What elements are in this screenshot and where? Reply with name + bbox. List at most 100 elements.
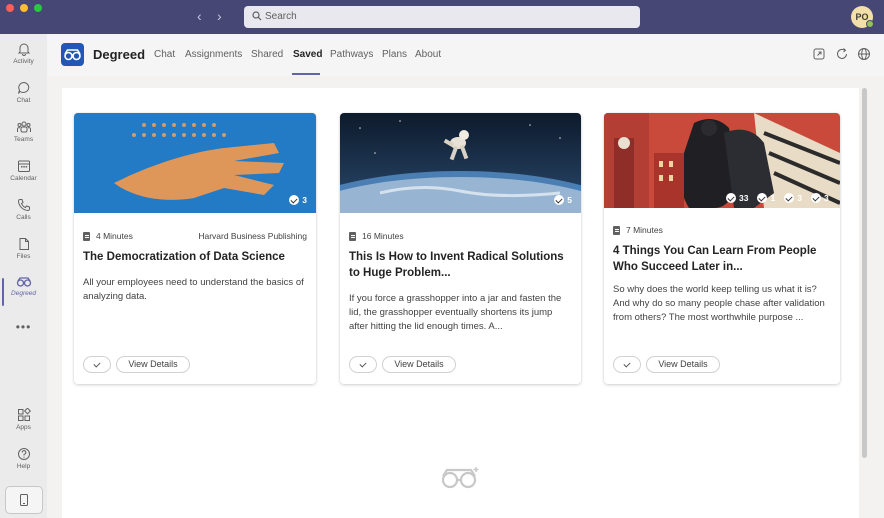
mark-complete-button[interactable] bbox=[83, 356, 111, 373]
card-provider: Harvard Business Publishing bbox=[198, 231, 307, 241]
content-card[interactable]: 33 1 3 3 7 Minutes 4 Things You Can Lear… bbox=[604, 113, 840, 384]
active-tab-indicator bbox=[292, 73, 320, 75]
calendar-icon bbox=[17, 160, 30, 172]
rail-item-apps[interactable]: Apps bbox=[0, 408, 47, 444]
degreed-glasses-icon bbox=[441, 467, 479, 489]
rail-label: Files bbox=[16, 253, 31, 260]
stat-value: 1 bbox=[770, 193, 776, 203]
minimize-window-button[interactable] bbox=[20, 4, 28, 12]
rail-item-help[interactable]: Help bbox=[0, 447, 47, 483]
article-icon bbox=[83, 231, 90, 241]
card-image bbox=[74, 113, 316, 213]
rail-label: Calls bbox=[16, 214, 31, 221]
mobile-phone-icon bbox=[20, 494, 28, 506]
card-image bbox=[340, 113, 581, 213]
content-card[interactable]: 5 16 Minutes This Is How to Invent Radic… bbox=[340, 113, 581, 384]
content-card[interactable]: 3 4 Minutes Harvard Business Publishing … bbox=[74, 113, 316, 384]
rail-label: Chat bbox=[16, 97, 31, 104]
card-title[interactable]: The Democratization of Data Science bbox=[83, 249, 307, 265]
bell-icon bbox=[17, 43, 30, 56]
tab-shared[interactable]: Shared bbox=[251, 49, 283, 60]
app-title: Degreed bbox=[93, 47, 146, 62]
search-bar[interactable]: Search bbox=[244, 6, 640, 28]
card-meta: 7 Minutes bbox=[613, 225, 663, 235]
back-arrow-icon[interactable]: ‹ bbox=[197, 9, 202, 23]
card-meta: 4 Minutes bbox=[83, 231, 133, 241]
completions-stat: 3 bbox=[289, 195, 307, 205]
apps-icon bbox=[17, 408, 31, 421]
file-icon bbox=[19, 238, 29, 250]
stat-value: 5 bbox=[567, 195, 572, 205]
degreed-glasses-icon bbox=[16, 277, 31, 287]
rail-label: Teams bbox=[13, 136, 34, 143]
mark-complete-button[interactable] bbox=[613, 356, 641, 373]
view-details-button[interactable]: View Details bbox=[116, 356, 190, 373]
check-icon bbox=[726, 193, 736, 203]
search-placeholder: Search bbox=[265, 11, 297, 22]
view-details-button[interactable]: View Details bbox=[382, 356, 456, 373]
mark-complete-button[interactable] bbox=[349, 356, 377, 373]
forward-arrow-icon[interactable]: › bbox=[217, 9, 222, 23]
view-details-button[interactable]: View Details bbox=[646, 356, 720, 373]
card-description: All your employees need to understand th… bbox=[83, 277, 304, 302]
rail-label: Degreed bbox=[11, 290, 36, 297]
presence-status-badge bbox=[866, 20, 874, 28]
card-duration: 16 Minutes bbox=[362, 231, 404, 241]
card-stats: 33 1 3 3 bbox=[726, 193, 829, 203]
help-icon bbox=[17, 448, 30, 460]
rail-label: Help bbox=[16, 463, 31, 470]
rail-label: Calendar bbox=[10, 175, 37, 182]
degreed-glasses-icon bbox=[64, 49, 81, 61]
maximize-window-button[interactable] bbox=[34, 4, 42, 12]
rail-label: Activity bbox=[13, 58, 34, 65]
scrollbar[interactable] bbox=[862, 88, 867, 458]
card-duration: 7 Minutes bbox=[626, 225, 663, 235]
check-icon bbox=[289, 195, 300, 205]
rail-item-activity[interactable]: Activity bbox=[0, 42, 47, 78]
rail-item-chat[interactable]: Chat bbox=[0, 81, 47, 117]
title-bar: ‹ › Search PO bbox=[0, 0, 884, 34]
card-description: If you force a grasshopper into a jar an… bbox=[349, 293, 562, 332]
rail-item-degreed[interactable]: Degreed bbox=[0, 276, 47, 312]
tab-assignments[interactable]: Assignments bbox=[185, 49, 242, 60]
stat-value: 33 bbox=[739, 193, 749, 203]
thumb-icon bbox=[810, 193, 821, 203]
article-icon bbox=[613, 225, 620, 235]
completions-stat: 5 bbox=[554, 195, 572, 205]
globe-icon[interactable] bbox=[857, 47, 871, 61]
app-header: Degreed Chat Assignments Shared Saved Pa… bbox=[47, 34, 884, 76]
rail-item-calendar[interactable]: Calendar bbox=[0, 159, 47, 195]
tab-plans[interactable]: Plans bbox=[382, 49, 407, 60]
card-title[interactable]: This Is How to Invent Radical Solutions … bbox=[349, 249, 572, 281]
chat-icon bbox=[17, 81, 29, 94]
stat-value: 3 bbox=[823, 193, 829, 203]
tab-saved[interactable]: Saved bbox=[293, 49, 322, 60]
comment-icon bbox=[784, 193, 795, 203]
card-meta: 16 Minutes bbox=[349, 231, 404, 241]
card-duration: 4 Minutes bbox=[96, 231, 133, 241]
rail-item-teams[interactable]: Teams bbox=[0, 120, 47, 156]
teams-icon bbox=[16, 121, 31, 133]
app-rail: Activity Chat Teams Calendar Calls Files… bbox=[0, 34, 47, 518]
share-icon bbox=[757, 193, 768, 203]
article-icon bbox=[349, 231, 356, 241]
close-window-button[interactable] bbox=[6, 4, 14, 12]
rail-item-files[interactable]: Files bbox=[0, 237, 47, 273]
degreed-logo bbox=[61, 43, 84, 66]
search-icon bbox=[252, 11, 262, 21]
tab-pathways[interactable]: Pathways bbox=[330, 49, 373, 60]
card-title[interactable]: 4 Things You Can Learn From People Who S… bbox=[613, 243, 831, 275]
rail-item-calls[interactable]: Calls bbox=[0, 198, 47, 234]
popout-icon[interactable] bbox=[812, 47, 826, 61]
stat-value: 3 bbox=[797, 193, 802, 203]
card-description: So why does the world keep telling us wh… bbox=[613, 284, 825, 323]
stat-value: 3 bbox=[302, 195, 307, 205]
refresh-icon[interactable] bbox=[835, 47, 849, 61]
phone-icon bbox=[17, 199, 30, 212]
mobile-device-button[interactable] bbox=[5, 486, 43, 514]
more-apps-icon[interactable]: ••• bbox=[0, 320, 47, 334]
rail-label: Apps bbox=[16, 424, 31, 431]
check-icon bbox=[554, 195, 565, 205]
tab-chat[interactable]: Chat bbox=[154, 49, 175, 60]
tab-about[interactable]: About bbox=[415, 49, 441, 60]
